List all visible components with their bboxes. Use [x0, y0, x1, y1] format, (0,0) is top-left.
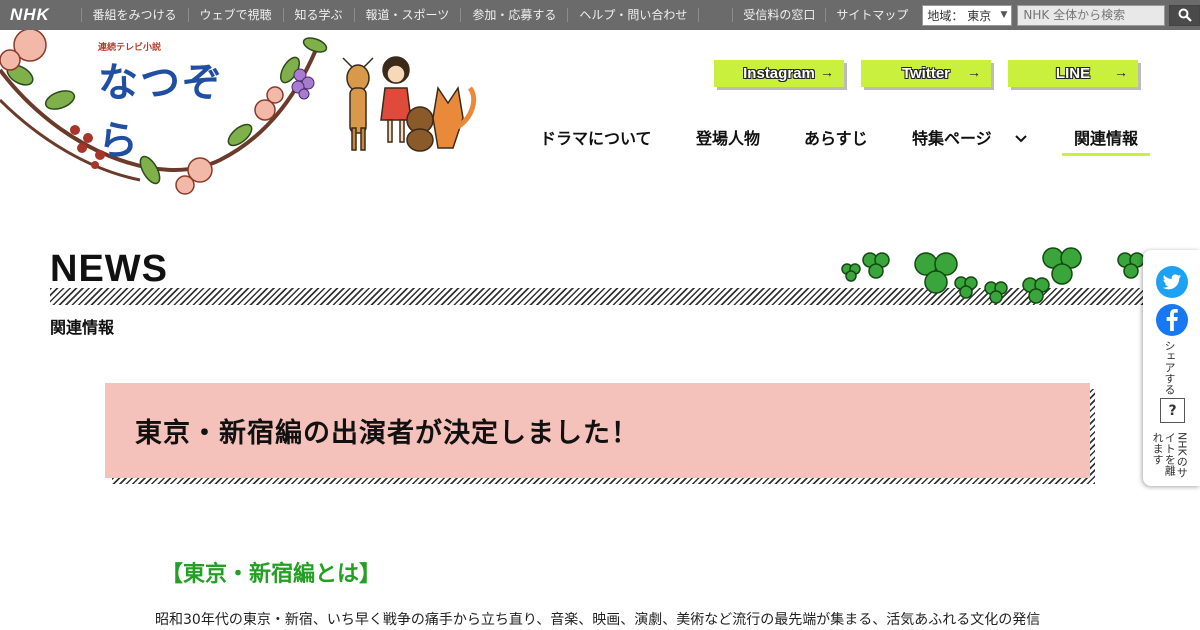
line-button[interactable]: LINE →	[1008, 60, 1138, 87]
region-select-value: 地域： 東京	[927, 8, 992, 23]
arrow-right-icon: →	[820, 64, 834, 80]
instagram-label: Instagram	[743, 65, 815, 82]
share-twitter-button[interactable]	[1156, 266, 1188, 298]
gnav-news-sports[interactable]: 報道・スポーツ	[353, 8, 461, 22]
nav-related-info[interactable]: 関連情報	[1062, 128, 1151, 156]
news-subtitle: 関連情報	[50, 318, 115, 337]
share-label: シェアする	[1163, 340, 1176, 395]
chevron-down-icon[interactable]	[1014, 130, 1028, 148]
share-facebook-button[interactable]	[1156, 304, 1188, 336]
search-input[interactable]	[1017, 4, 1166, 26]
article-body-text: 昭和30年代の東京・新宿、いち早く戦争の痛手から立ち直り、音楽、映画、演劇、美術…	[155, 612, 1041, 628]
nav-characters[interactable]: 登場人物	[696, 128, 760, 156]
gnav-participate[interactable]: 参加・応募する	[460, 8, 567, 22]
facebook-icon	[1166, 309, 1178, 331]
gnav-sitemap[interactable]: サイトマップ	[825, 8, 918, 22]
chevron-down-icon: ▼	[1000, 10, 1008, 20]
twitter-button[interactable]: Twitter →	[861, 60, 991, 87]
nhk-right-links: 受信料の窓口 サイトマップ	[732, 8, 918, 22]
nhk-global-nav: 番組をみつける ウェブで視聴 知る学ぶ 報道・スポーツ 参加・応募する ヘルプ・…	[80, 8, 733, 22]
section-heading: 【東京・新宿編とは】	[161, 562, 382, 587]
nav-about-drama[interactable]: ドラマについて	[540, 128, 652, 156]
region-select[interactable]: 地域： 東京 ▼	[922, 4, 1013, 26]
nhk-logo[interactable]: NHK	[0, 5, 81, 25]
instagram-button[interactable]: Instagram →	[714, 60, 844, 87]
twitter-bird-icon	[1162, 273, 1182, 289]
line-label: LINE	[1055, 65, 1091, 82]
clover-illustration	[841, 247, 1145, 304]
nav-synopsis[interactable]: あらすじ	[804, 128, 868, 156]
gnav-spacer	[698, 8, 732, 22]
gnav-find-programs[interactable]: 番組をみつける	[80, 8, 188, 22]
search-icon	[1178, 8, 1192, 22]
nhk-global-bar: NHK 番組をみつける ウェブで視聴 知る学ぶ 報道・スポーツ 参加・応募する …	[0, 0, 1200, 30]
article-title-box: 東京・新宿編の出演者が決定しました！	[105, 383, 1090, 478]
nav-special-pages[interactable]: 特集ページ	[912, 128, 992, 156]
twitter-label: Twitter	[901, 65, 951, 82]
help-icon[interactable]: ?	[1160, 398, 1185, 423]
news-heading: NEWS	[50, 248, 168, 290]
article-title: 東京・新宿編の出演者が決定しました！	[135, 418, 639, 449]
show-logo[interactable]: 連続テレビ小説 なつぞら	[98, 40, 238, 164]
gnav-watch-web[interactable]: ウェブで視聴	[187, 8, 283, 22]
leave-site-note: NHKのサイトを離れます	[1151, 432, 1189, 478]
gnav-help[interactable]: ヘルプ・問い合わせ	[567, 8, 698, 22]
search-button[interactable]	[1169, 4, 1200, 26]
arrow-right-icon: →	[967, 64, 981, 80]
arrow-right-icon: →	[1114, 64, 1128, 80]
gnav-license-fee[interactable]: 受信料の窓口	[732, 8, 825, 22]
share-sidebar: シェアする ? NHKのサイトを離れます	[1143, 250, 1200, 486]
main-nav: ドラマについて 登場人物 あらすじ 特集ページ 関連情報	[0, 128, 1200, 158]
gnav-learn[interactable]: 知る学ぶ	[282, 8, 354, 22]
